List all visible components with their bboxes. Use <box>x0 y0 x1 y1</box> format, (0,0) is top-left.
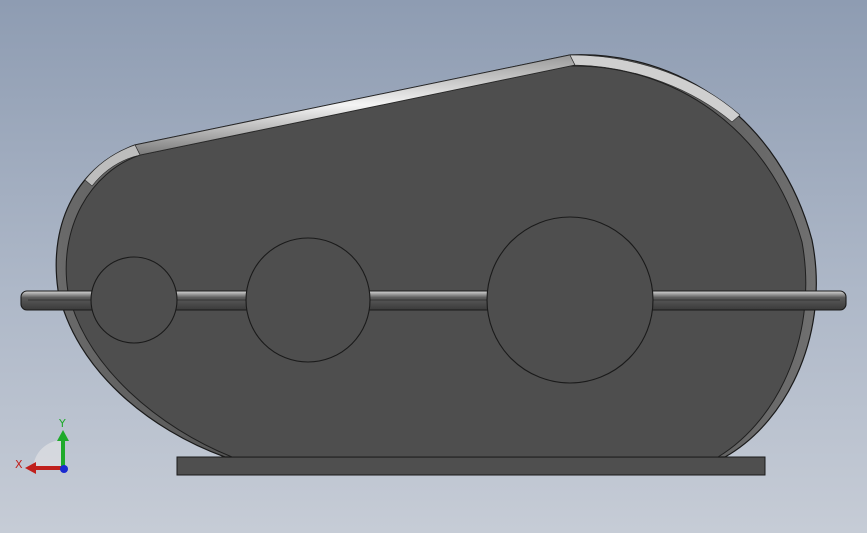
triad-x-arrow <box>25 462 36 474</box>
graphics-viewport[interactable]: Y X <box>0 0 867 533</box>
triad-x-label: X <box>15 458 23 471</box>
bearing-bore-medium[interactable] <box>245 237 371 363</box>
reference-triad: Y X <box>15 417 69 474</box>
model-canvas[interactable]: Y X <box>0 0 867 533</box>
triad-y-label: Y <box>58 417 66 430</box>
bearing-bore-small[interactable] <box>90 256 178 344</box>
triad-y-arrow <box>57 430 69 441</box>
housing-face[interactable] <box>65 65 807 458</box>
bearing-bore-large[interactable] <box>486 216 654 384</box>
triad-plane-shade <box>33 440 62 468</box>
triad-z-axis <box>60 465 68 473</box>
base-plate[interactable] <box>176 456 766 476</box>
